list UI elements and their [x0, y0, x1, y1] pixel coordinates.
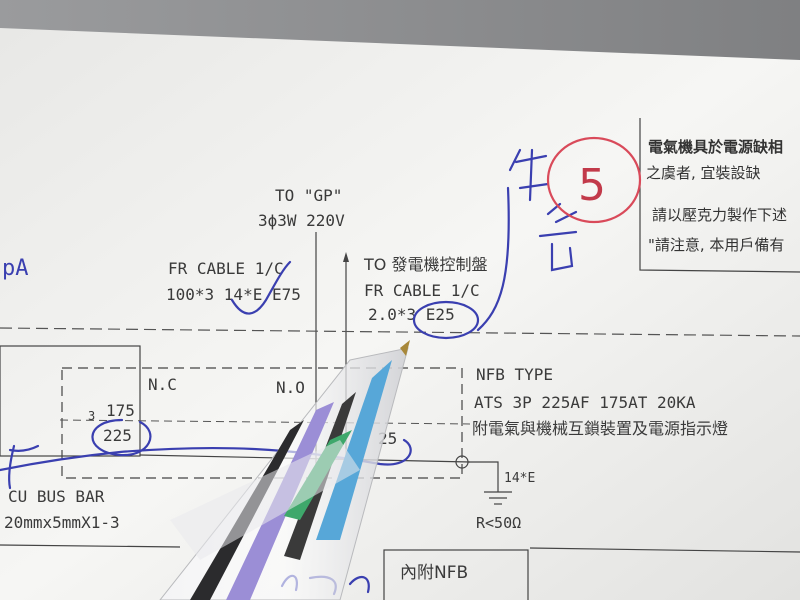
inner-nfb-label: 內附NFB — [400, 563, 468, 583]
nfb-description: 附電氣與機械互鎖裝置及電源指示燈 — [472, 419, 728, 438]
nc-label: N.C — [148, 375, 177, 394]
note-line-4: "請注意, 本用戶備有 — [648, 236, 784, 254]
ground-size: 14*E — [504, 471, 535, 486]
cable-left-line1: FR CABLE 1/C — [168, 259, 284, 278]
note-line-3: 請以壓克力製作下述 — [652, 206, 787, 224]
generator-cable-line1: FR CABLE 1/C — [364, 281, 480, 300]
note-line-1: 電氣機具於電源缺相 — [648, 138, 783, 156]
photo-scene: 電氣機具於電源缺相 之虞者, 宜裝設缺 請以壓克力製作下述 "請注意, 本用戶備… — [0, 0, 800, 600]
note-line-2: 之虞者, 宜裝設缺 — [646, 164, 761, 182]
bus-bar-label: CU BUS BAR — [8, 487, 105, 506]
breaker-value-175: 175 — [106, 401, 135, 420]
breaker-value-3: 3 — [88, 409, 95, 423]
nfb-spec: ATS 3P 225AF 175AT 20KA — [474, 393, 696, 412]
bus-bar-spec: 20mmx5mmX1-3 — [4, 513, 120, 532]
left-fragment: pA — [2, 256, 29, 281]
to-gp-label: TO "GP" — [275, 186, 342, 205]
to-generator-label: TO 發電機控制盤 — [363, 255, 487, 274]
nfb-type-label: NFB TYPE — [476, 365, 553, 384]
circled-number: 5 — [578, 160, 606, 211]
no-label: N.O — [276, 378, 305, 397]
to-gp-voltage: 3ϕ3W 220V — [258, 211, 345, 230]
breaker-value-225: 225 — [103, 426, 132, 445]
ground-resistance: R<50Ω — [476, 514, 521, 532]
generator-cable-line2: 2.0*3 E25 — [368, 305, 455, 324]
